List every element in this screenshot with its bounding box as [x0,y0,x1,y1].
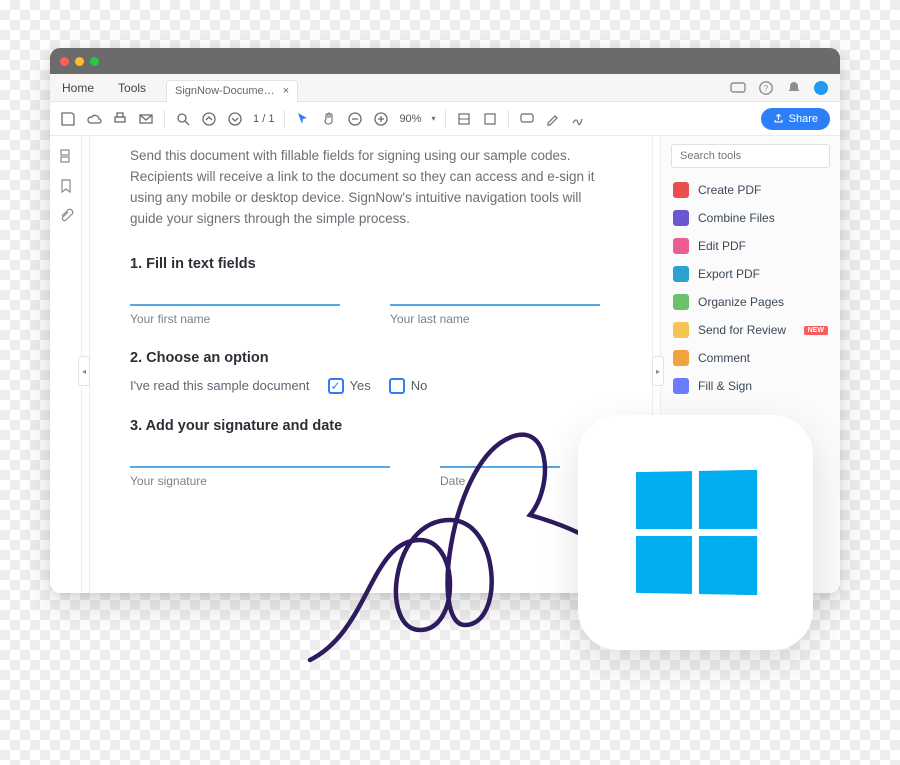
option-row: I've read this sample document Yes No [130,378,612,394]
tool-item-icon [673,182,689,198]
menu-home[interactable]: Home [50,74,106,102]
document-tab-close-icon[interactable]: × [283,85,289,97]
tool-item-edit-pdf[interactable]: Edit PDF [661,232,840,260]
tool-item-label: Create PDF [698,183,761,197]
print-icon[interactable] [112,111,128,127]
attachment-icon[interactable] [58,208,74,224]
chat-icon[interactable] [730,80,746,96]
date-label: Date [440,474,560,488]
checkbox-yes[interactable]: Yes [328,378,371,394]
bookmark-icon[interactable] [58,178,74,194]
tool-item-send-for-review[interactable]: Send for Review NEW [661,316,840,344]
section-1-title: 1. Fill in text fields [130,256,612,272]
toolbar: 1 / 1 90% ▾ Share [50,102,840,136]
section-3-title: 3. Add your signature and date [130,418,612,434]
signature-label: Your signature [130,474,390,488]
left-expand-gutter: ◂ [82,136,90,593]
checkbox-no-label: No [411,378,428,393]
tool-item-icon [673,378,689,394]
checkbox-yes-box [328,378,344,394]
menubar-right: ? [730,80,840,96]
tool-item-label: Edit PDF [698,239,746,253]
tool-item-label: Export PDF [698,267,760,281]
tool-item-label: Comment [698,351,750,365]
share-button[interactable]: Share [761,108,830,130]
comment-tool-icon[interactable] [519,111,535,127]
close-window-button[interactable] [60,57,69,66]
tool-item-fill-sign[interactable]: Fill & Sign [661,372,840,400]
zoom-dropdown-icon[interactable]: ▾ [431,114,435,123]
windows-logo-icon [636,470,757,595]
new-badge: NEW [804,326,828,335]
highlight-tool-icon[interactable] [545,111,561,127]
page-indicator: 1 / 1 [253,113,274,125]
tool-item-icon [673,266,689,282]
help-icon[interactable]: ? [758,80,774,96]
section-2-title: 2. Choose an option [130,350,612,366]
page-down-icon[interactable] [227,111,243,127]
right-caret-button[interactable]: ▸ [652,356,664,386]
left-caret-button[interactable]: ◂ [78,356,90,386]
fit-width-icon[interactable] [456,111,472,127]
arrow-tool-icon[interactable] [295,111,311,127]
save-icon[interactable] [60,111,76,127]
tool-item-icon [673,322,689,338]
user-avatar[interactable] [814,81,828,95]
last-name-label: Your last name [390,312,600,326]
zoom-level[interactable]: 90% [399,113,421,125]
search-tools-input[interactable] [671,144,830,168]
bell-icon[interactable] [786,80,802,96]
tool-item-label: Combine Files [698,211,775,225]
tool-item-comment[interactable]: Comment [661,344,840,372]
signature-field[interactable]: Your signature [130,446,390,488]
svg-text:?: ? [764,84,769,93]
menubar: Home Tools SignNow-Docume… × ? [50,74,840,102]
tool-item-icon [673,238,689,254]
find-icon[interactable] [175,111,191,127]
thumbnails-icon[interactable] [58,148,74,164]
document-pane: ◂ Send this document with fillable field… [82,136,660,593]
windows-card [578,415,813,650]
date-field[interactable]: Date [440,446,560,488]
tool-item-combine-files[interactable]: Combine Files [661,204,840,232]
document-tab[interactable]: SignNow-Docume… × [166,80,298,102]
first-name-label: Your first name [130,312,340,326]
last-name-field[interactable]: Your last name [390,284,600,326]
cloud-icon[interactable] [86,111,102,127]
hand-tool-icon[interactable] [321,111,337,127]
document: Send this document with fillable fields … [90,136,652,593]
tool-item-label: Organize Pages [698,295,784,309]
intro-paragraph: Send this document with fillable fields … [130,146,612,230]
tool-item-icon [673,294,689,310]
mail-icon[interactable] [138,111,154,127]
sign-tool-icon[interactable] [571,111,587,127]
tool-item-export-pdf[interactable]: Export PDF [661,260,840,288]
tool-item-icon [673,210,689,226]
tool-item-icon [673,350,689,366]
zoom-out-icon[interactable] [347,111,363,127]
checkbox-no[interactable]: No [389,378,428,394]
titlebar [50,48,840,74]
zoom-in-icon[interactable] [373,111,389,127]
tool-list: Create PDF Combine Files Edit PDF Export PD… [661,176,840,400]
checkbox-no-box [389,378,405,394]
minimize-window-button[interactable] [75,57,84,66]
document-tab-label: SignNow-Docume… [175,85,275,97]
checkbox-yes-label: Yes [350,378,371,393]
tool-item-label: Send for Review [698,323,786,337]
first-name-field[interactable]: Your first name [130,284,340,326]
fit-page-icon[interactable] [482,111,498,127]
tool-item-label: Fill & Sign [698,379,752,393]
tool-item-organize-pages[interactable]: Organize Pages [661,288,840,316]
option-lead: I've read this sample document [130,378,310,393]
tool-item-create-pdf[interactable]: Create PDF [661,176,840,204]
share-icon [773,113,784,124]
menu-tools[interactable]: Tools [106,74,158,102]
page-up-icon[interactable] [201,111,217,127]
maximize-window-button[interactable] [90,57,99,66]
